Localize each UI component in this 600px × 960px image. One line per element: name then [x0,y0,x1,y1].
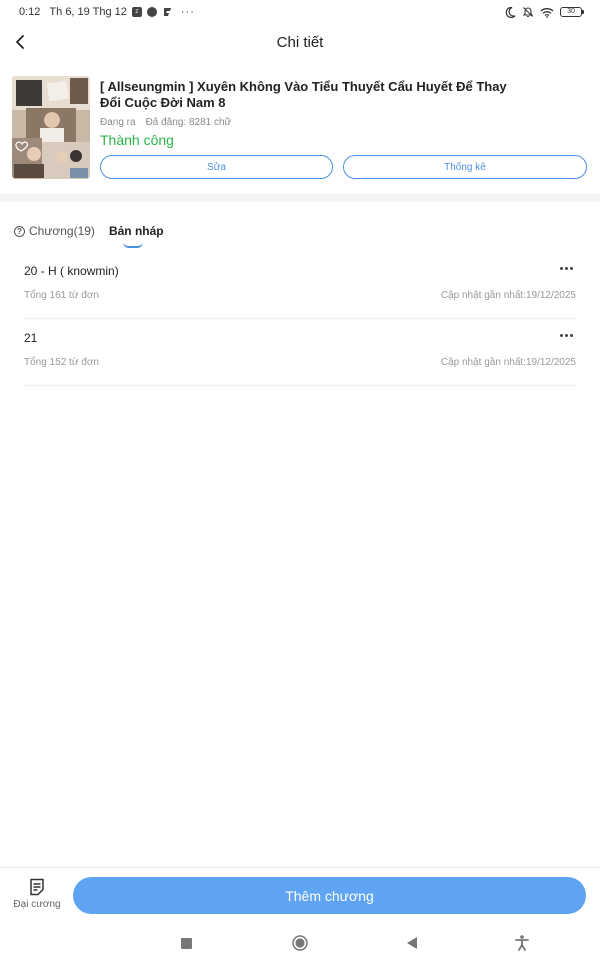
tab-chapters[interactable]: ? Chương(19) [14,220,95,242]
chapter-row[interactable]: 20 - H ( knowmin) Tổng 161 từ đơn Cập nh… [24,252,576,319]
more-notifications-icon: ··· [180,6,195,18]
active-tab-indicator [122,242,143,248]
chapter-row[interactable]: 21 Tổng 152 từ đơn Cập nhật gần nhất:19/… [24,319,576,386]
tabs: ? Chương(19) Bản nháp [14,220,164,250]
status-date: Th 6, 19 Thg 12 [49,6,127,18]
accessibility-button[interactable] [512,933,532,953]
triangle-left-icon [406,937,417,949]
chevron-left-icon [16,35,24,49]
book-actions: Sửa Thống kê [100,155,587,179]
outline-document-icon [30,878,44,896]
add-chapter-button[interactable]: Thêm chương [73,877,586,914]
page-title: Chi tiết [276,33,324,51]
section-divider [0,194,600,202]
outline-label: Đại cương [13,899,61,910]
recents-button[interactable] [176,933,196,953]
chapter-word-count: Tổng 152 từ đơn [24,357,99,368]
app-icon [162,7,172,17]
moon-icon [504,6,516,18]
messenger-icon [146,7,157,17]
status-time: 0:12 [19,6,41,18]
circle-icon [292,935,308,951]
book-title: [ Allseungmin ] Xuyên Không Vào Tiểu Thu… [100,79,507,110]
chapter-updated: Cập nhật gần nhất:19/12/2025 [440,357,576,368]
system-nav-bar [0,925,600,960]
status-right: 30 [504,6,584,18]
wifi-icon [540,7,554,18]
book-state: Đang ra [100,117,136,128]
battery-icon: 30 [560,7,584,17]
more-options-icon[interactable] [556,327,576,343]
back-nav-button[interactable] [402,933,422,953]
chapter-word-count: Tổng 161 từ đơn [24,290,99,301]
book-status: Thành công [100,132,174,148]
book-published: Đã đăng: 8281 chữ [145,117,232,128]
home-button[interactable] [290,933,310,953]
book-cover-image[interactable] [12,76,90,179]
square-icon [180,937,192,949]
outline-button[interactable]: Đại cương [10,878,64,918]
zalo-icon: Z [131,7,142,17]
book-card: [ Allseungmin ] Xuyên Không Vào Tiểu Thu… [12,76,588,180]
accessibility-icon [515,935,529,951]
back-button[interactable] [8,28,32,56]
status-bar: 0:12 Th 6, 19 Thg 12 Z ··· 30 [0,0,600,24]
tab-drafts-label: Bản nháp [108,224,164,238]
tab-chapters-label: Chương(19) [29,224,95,238]
edit-button[interactable]: Sửa [100,155,333,179]
tab-drafts[interactable]: Bản nháp [108,220,164,248]
cover-illustration [12,76,90,179]
chapter-title: 20 - H ( knowmin) [24,264,119,278]
chapter-list: 20 - H ( knowmin) Tổng 161 từ đơn Cập nh… [24,252,576,386]
help-icon[interactable]: ? [14,225,25,237]
bell-off-icon [522,6,534,18]
more-options-icon[interactable] [556,260,576,276]
stats-button[interactable]: Thống kê [343,155,587,179]
chapter-title: 21 [24,331,38,345]
book-meta: Đang ra Đã đăng: 8281 chữ [100,117,588,128]
bottom-bar: Đại cương Thêm chương [0,867,600,925]
book-info: [ Allseungmin ] Xuyên Không Vào Tiểu Thu… [100,76,588,180]
chapter-updated: Cập nhật gần nhất:19/12/2025 [440,290,576,301]
header: Chi tiết [0,24,600,60]
status-left: 0:12 Th 6, 19 Thg 12 Z ··· [19,6,195,18]
